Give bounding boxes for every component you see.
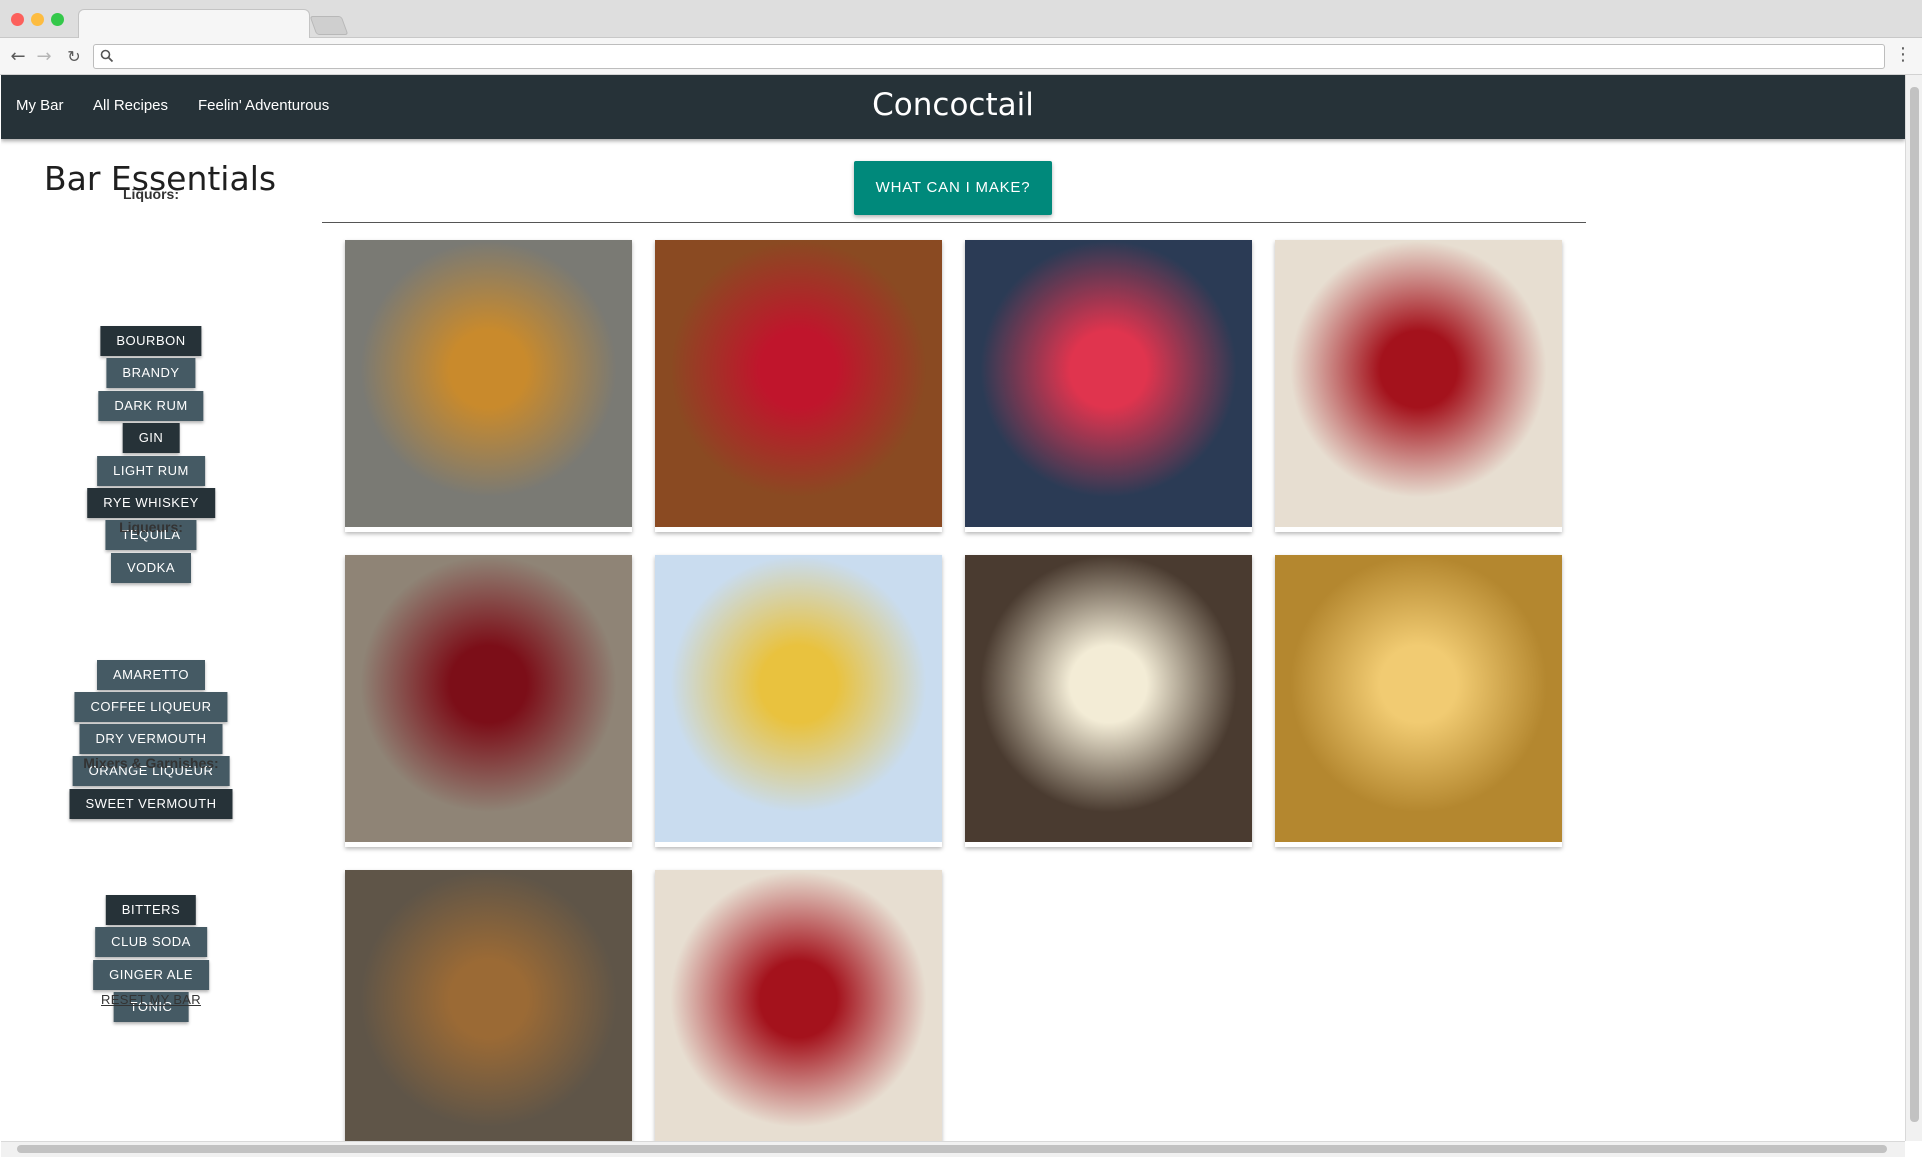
- recipe-card[interactable]: [345, 870, 632, 1141]
- ingredient-chip-dry-vermouth[interactable]: DRY VERMOUTH: [79, 724, 223, 754]
- recipe-photo: [655, 240, 942, 527]
- ingredient-chip-gin[interactable]: GIN: [122, 423, 180, 453]
- close-window-button[interactable]: [11, 13, 24, 26]
- forward-icon[interactable]: →: [32, 44, 56, 68]
- top-navbar: My Bar All Recipes Feelin' Adventurous C…: [1, 75, 1905, 139]
- recipe-photo: [1275, 555, 1562, 842]
- ingredient-chip-dark-rum[interactable]: DARK RUM: [98, 391, 204, 421]
- recipe-card[interactable]: [655, 870, 942, 1141]
- recipe-card[interactable]: [655, 240, 942, 532]
- ingredient-chip-bitters[interactable]: BITTERS: [105, 895, 197, 925]
- recipe-card[interactable]: [345, 240, 632, 532]
- recipe-photo: [965, 240, 1252, 527]
- ingredient-chip-amaretto[interactable]: AMARETTO: [97, 660, 205, 690]
- group-label-liqueurs: Liqueurs:: [119, 519, 183, 535]
- new-tab-button[interactable]: [309, 16, 349, 35]
- recipe-card[interactable]: [1275, 240, 1562, 532]
- address-bar[interactable]: [93, 44, 1885, 69]
- browser-toolbar: ← → ↻ ⋮: [0, 38, 1922, 75]
- brand-title[interactable]: Concoctail: [1, 87, 1905, 123]
- recipe-card[interactable]: [655, 555, 942, 847]
- recipe-photo: [345, 870, 632, 1141]
- maximize-window-button[interactable]: [51, 13, 64, 26]
- what-can-i-make-button[interactable]: WHAT CAN I MAKE?: [854, 161, 1052, 215]
- ingredient-chip-ginger-ale[interactable]: GINGER ALE: [93, 960, 209, 990]
- recipe-photo: [655, 870, 942, 1141]
- ingredient-chip-light-rum[interactable]: LIGHT RUM: [97, 456, 205, 486]
- ingredient-chip-sweet-vermouth[interactable]: SWEET VERMOUTH: [69, 789, 233, 819]
- ingredient-chip-coffee-liqueur[interactable]: COFFEE LIQUEUR: [74, 692, 228, 722]
- recipe-photo: [345, 555, 632, 842]
- browser-menu-icon[interactable]: ⋮: [1894, 44, 1912, 65]
- group-label-liquors: Liquors:: [123, 186, 179, 202]
- recipe-photo: [655, 555, 942, 842]
- recipe-card[interactable]: [345, 555, 632, 847]
- recipe-card[interactable]: [965, 555, 1252, 847]
- app-viewport: My Bar All Recipes Feelin' Adventurous C…: [1, 75, 1905, 1141]
- browser-tab[interactable]: [78, 9, 310, 39]
- ingredient-chip-vodka[interactable]: VODKA: [110, 553, 192, 583]
- horizontal-scrollbar[interactable]: [1, 1141, 1905, 1157]
- reload-icon[interactable]: ↻: [62, 44, 86, 68]
- ingredient-chip-brandy[interactable]: BRANDY: [106, 358, 196, 388]
- search-icon: [100, 49, 114, 63]
- ingredient-chip-rye-whiskey[interactable]: RYE WHISKEY: [87, 488, 215, 518]
- back-icon[interactable]: ←: [6, 44, 30, 68]
- ingredient-chip-club-soda[interactable]: CLUB SODA: [95, 927, 207, 957]
- browser-tab-strip: [0, 0, 1922, 39]
- vertical-scroll-thumb[interactable]: [1910, 87, 1919, 1122]
- group-label-mixers-garnishes: Mixers & Garnishes:: [83, 755, 219, 771]
- results-divider: [322, 222, 1586, 223]
- recipe-photo: [1275, 240, 1562, 527]
- recipe-card[interactable]: [1275, 555, 1562, 847]
- reset-my-bar-link[interactable]: RESET MY BAR: [1, 992, 301, 1007]
- ingredient-chip-bourbon[interactable]: BOURBON: [100, 326, 202, 356]
- minimize-window-button[interactable]: [31, 13, 44, 26]
- recipe-photo: [965, 555, 1252, 842]
- recipe-photo: [345, 240, 632, 527]
- vertical-scrollbar[interactable]: [1905, 75, 1922, 1141]
- recipe-card[interactable]: [965, 240, 1252, 532]
- horizontal-scroll-thumb[interactable]: [17, 1145, 1887, 1153]
